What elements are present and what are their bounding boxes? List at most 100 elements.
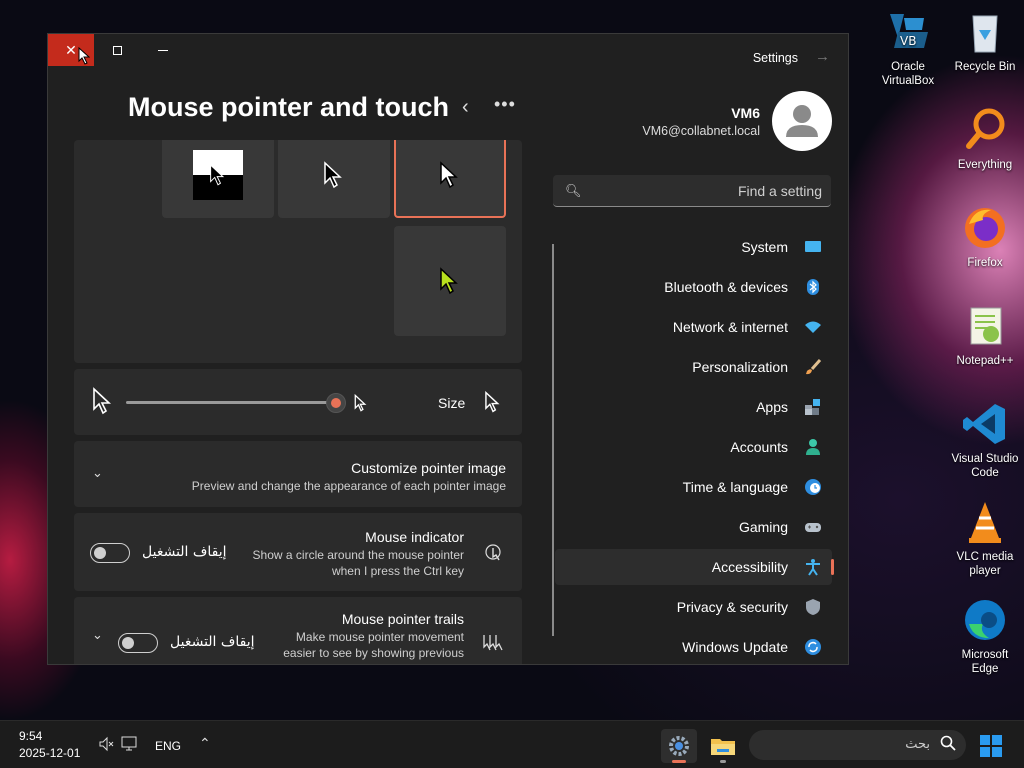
nav-item-personalization[interactable]: Personalization xyxy=(555,349,832,385)
nav-scrollbar[interactable] xyxy=(552,244,554,636)
more-options-icon[interactable]: ••• xyxy=(494,94,516,115)
desktop-icon-everything[interactable]: Everything xyxy=(947,106,1023,172)
pointer-trails-toggle[interactable] xyxy=(118,633,158,653)
apps-icon xyxy=(805,399,820,415)
taskbar-app-file-explorer[interactable] xyxy=(705,729,741,763)
input-language[interactable]: ENG xyxy=(155,739,181,753)
nav-item-label: Network & internet xyxy=(672,319,788,335)
mouse-indicator-toggle-label: إيقاف التشغيل xyxy=(142,544,227,560)
desktop-icon-label: Notepad++ xyxy=(956,355,1014,367)
nav-item-label: Windows Update xyxy=(682,639,788,655)
customize-pointer-desc: Preview and change the appearance of eac… xyxy=(191,479,506,493)
nav-item-label: Apps xyxy=(756,399,788,415)
desktop-icon-recycle-bin[interactable]: Recycle Bin xyxy=(947,8,1023,74)
pointer-style-white[interactable] xyxy=(394,140,506,218)
desktop-icon-vscode[interactable]: Visual Studio Code xyxy=(947,400,1023,480)
nav-item-accessibility[interactable]: Accessibility xyxy=(555,549,834,585)
desktop-icon-virtualbox[interactable]: VB Oracle VirtualBox xyxy=(870,8,946,88)
size-slider-thumb[interactable] xyxy=(326,393,346,413)
minimize-icon xyxy=(158,49,168,51)
nav-item-label: System xyxy=(741,239,788,255)
forward-arrow-icon[interactable]: → xyxy=(815,48,830,65)
customize-pointer-card[interactable]: ⌄ Customize pointer image Preview and ch… xyxy=(74,441,522,507)
desktop-icon-firefox[interactable]: Firefox xyxy=(947,204,1023,270)
nav-item-accounts[interactable]: Accounts xyxy=(555,429,832,465)
virtualbox-icon: VB xyxy=(884,8,932,56)
user-email: VM6@collabnet.local xyxy=(642,124,760,138)
size-label: Size xyxy=(438,395,466,411)
nav-item-label: Gaming xyxy=(738,519,788,535)
close-icon: ✕ xyxy=(65,41,77,58)
settings-search-input[interactable]: 🔍︎ Find a setting xyxy=(553,175,831,207)
desktop-icon-label: VLC media player xyxy=(956,551,1014,577)
nav-item-label: Accessibility xyxy=(711,559,788,575)
nav-item-label: Privacy & security xyxy=(676,599,788,615)
pointer-style-inverted[interactable] xyxy=(162,140,274,218)
size-slider-track[interactable] xyxy=(126,401,336,404)
wifi-icon xyxy=(805,321,821,333)
taskbar-time[interactable]: 9:54 xyxy=(19,729,42,743)
nav-item-network[interactable]: Network & internet xyxy=(555,309,832,345)
pointer-style-black[interactable] xyxy=(278,140,390,218)
taskbar-search-input[interactable]: بحث xyxy=(749,730,966,760)
pointer-size-row: Size xyxy=(74,369,522,435)
network-icon[interactable] xyxy=(121,736,139,755)
firefox-icon xyxy=(961,204,1009,252)
vlc-icon xyxy=(961,498,1009,546)
system-icon xyxy=(805,241,821,252)
brush-icon xyxy=(806,359,822,375)
folder-icon xyxy=(711,739,735,755)
open-app-indicator xyxy=(720,760,726,763)
mouse-indicator-card: إيقاف التشغيل Mouse indicator Show a cir… xyxy=(74,513,522,591)
back-chevron-icon[interactable]: ‹ xyxy=(462,96,469,119)
desktop-icon-edge[interactable]: Microsoft Edge xyxy=(947,596,1023,676)
black-pointer-icon xyxy=(324,161,342,189)
window-controls: ✕ xyxy=(48,34,186,66)
nav-item-windows-update[interactable]: Windows Update xyxy=(555,629,832,664)
speaker-muted-icon[interactable] xyxy=(98,736,114,755)
desktop-icon-label: Recycle Bin xyxy=(954,61,1016,73)
chevron-down-icon[interactable]: ⌄ xyxy=(92,627,103,643)
nav-item-system[interactable]: System xyxy=(555,229,832,265)
content-area: Size ⌄ Customize pointer image Preview a… xyxy=(74,140,522,664)
customize-pointer-title: Customize pointer image xyxy=(351,460,506,476)
mouse-indicator-desc: Show a circle around the mouse pointer w… xyxy=(253,547,464,579)
nav-item-gaming[interactable]: Gaming xyxy=(555,509,832,545)
desktop-icon-label: Visual Studio Code xyxy=(951,453,1019,479)
pointer-trails-desc-line1: Make mouse pointer movement xyxy=(295,630,464,644)
mouse-indicator-toggle[interactable] xyxy=(90,543,130,563)
desktop-icon-notepadpp[interactable]: Notepad++ xyxy=(947,302,1023,368)
nav-item-time-language[interactable]: Time & language xyxy=(555,469,832,505)
avatar[interactable] xyxy=(772,91,832,151)
settings-gear-icon xyxy=(669,736,689,756)
chevron-down-icon[interactable]: ⌄ xyxy=(92,465,103,481)
nav-item-privacy[interactable]: Privacy & security xyxy=(555,589,832,625)
pointer-trails-desc-line2: easier to see by showing previous xyxy=(283,646,464,660)
nav-item-label: Bluetooth & devices xyxy=(664,279,788,295)
window-title: Settings xyxy=(752,51,798,65)
nav-item-bluetooth[interactable]: Bluetooth & devices xyxy=(555,269,832,305)
desktop-icon-label: Everything xyxy=(957,159,1013,171)
pointer-trails-desc: Make mouse pointer movement easier to se… xyxy=(283,629,464,661)
start-button[interactable] xyxy=(980,735,1002,757)
taskbar-date[interactable]: 2025-12-01 xyxy=(19,746,80,760)
page-title: Mouse pointer and touch xyxy=(128,92,449,122)
pointer-size-icon xyxy=(485,391,500,413)
accessibility-icon xyxy=(806,559,820,576)
taskbar: 9:54 2025-12-01 ENG ⌃ بحث xyxy=(0,720,1024,768)
search-placeholder: Find a setting xyxy=(737,183,822,199)
pointer-trails-title: Mouse pointer trails xyxy=(341,611,464,627)
pointer-trails-toggle-label: إيقاف التشغيل xyxy=(170,634,255,650)
mouse-indicator-desc-line2: when I press the Ctrl key xyxy=(331,564,464,578)
inverted-pointer-icon xyxy=(193,150,243,200)
minimize-button[interactable] xyxy=(140,34,186,66)
pointer-style-custom[interactable] xyxy=(394,226,506,336)
bluetooth-icon xyxy=(807,279,819,295)
maximize-button[interactable] xyxy=(94,34,140,66)
taskbar-search-placeholder: بحث xyxy=(905,737,930,752)
chevron-up-icon[interactable]: ⌃ xyxy=(199,735,211,752)
accounts-icon xyxy=(806,439,820,455)
taskbar-app-settings[interactable] xyxy=(661,729,697,763)
nav-item-apps[interactable]: Apps xyxy=(555,389,832,425)
desktop-icon-vlc[interactable]: VLC media player xyxy=(947,498,1023,578)
